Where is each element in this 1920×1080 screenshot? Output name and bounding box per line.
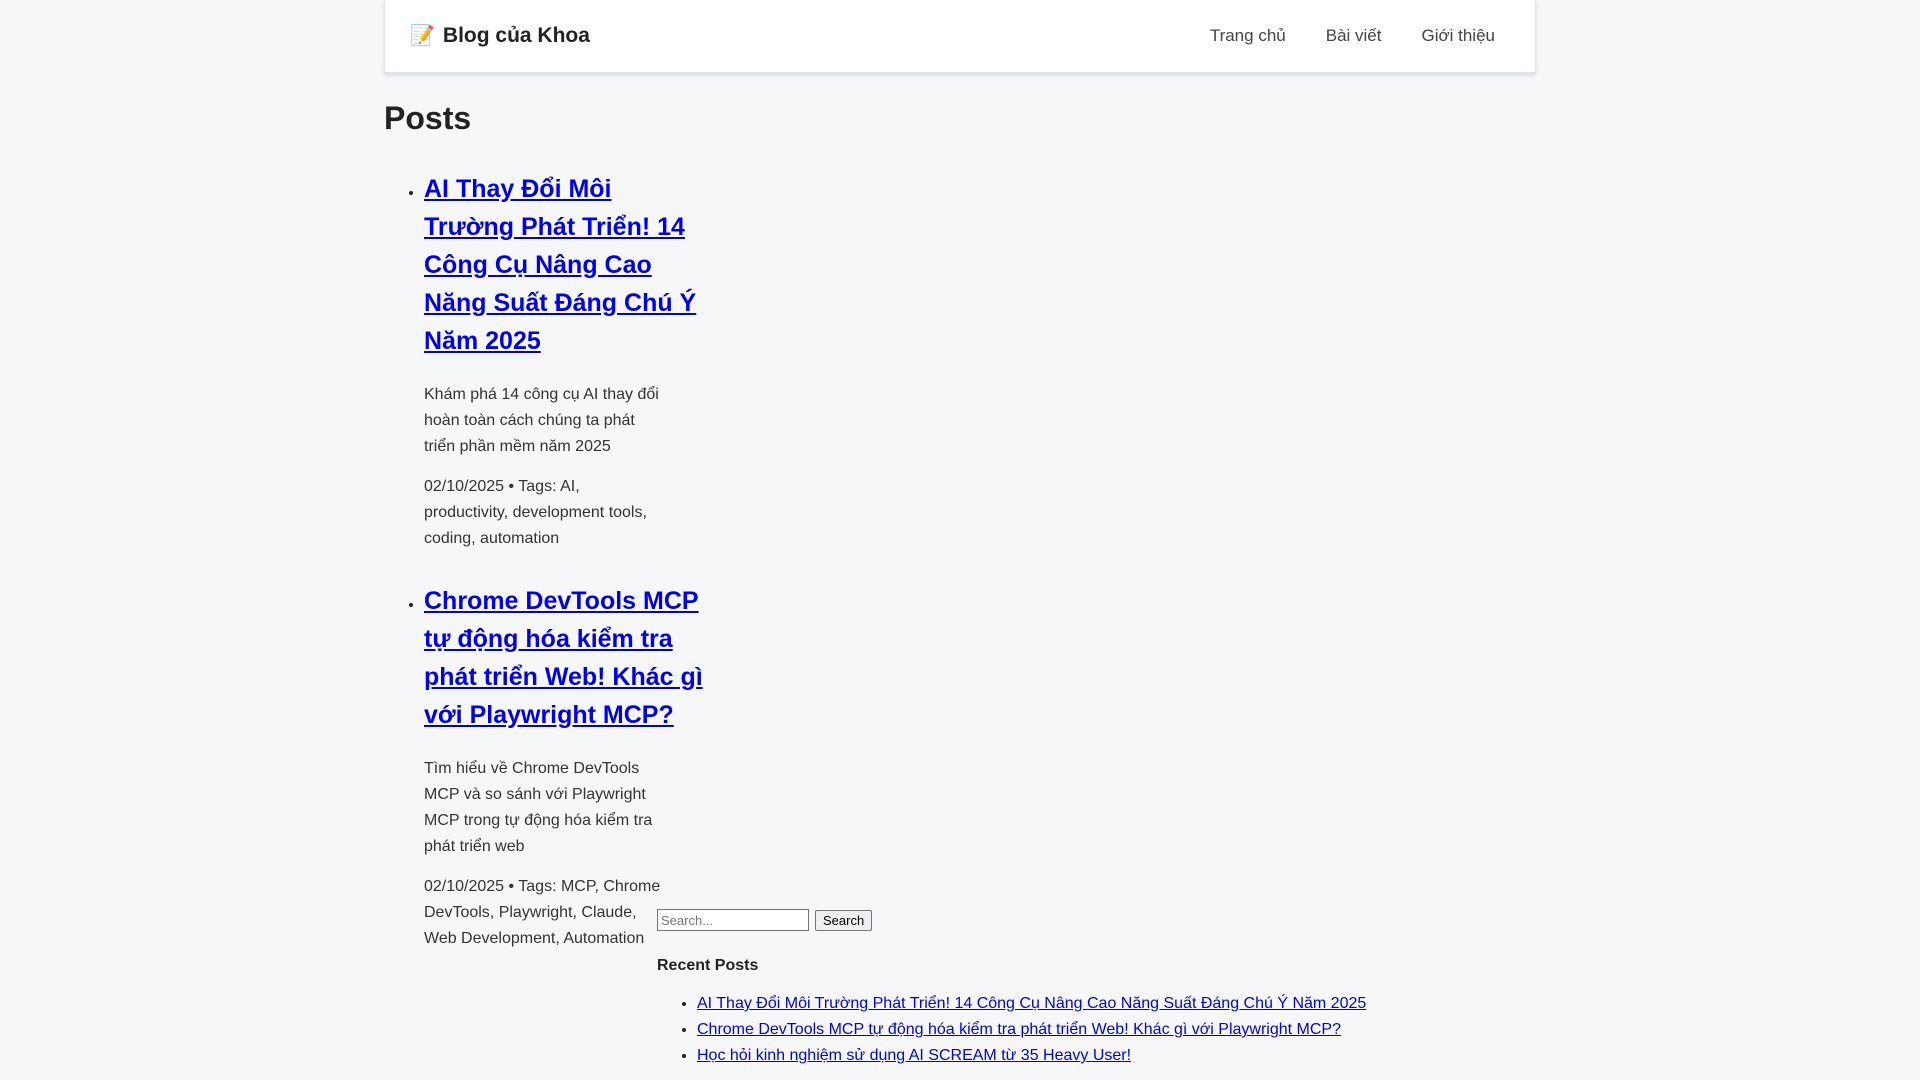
search-input[interactable]: [657, 909, 809, 931]
list-item: Học hỏi kinh nghiệm sử dụng AI SCREAM từ…: [697, 1043, 1557, 1069]
sidebar: Search Recent Posts AI Thay Đổi Môi Trườ…: [657, 909, 1557, 1069]
recent-post-link[interactable]: Học hỏi kinh nghiệm sử dụng AI SCREAM từ…: [697, 1047, 1131, 1064]
post-item: Chrome DevTools MCP tự động hóa kiểm tra…: [424, 582, 704, 952]
nav-home[interactable]: Trang chủ: [1210, 26, 1286, 46]
brand-name: Blog của Khoa: [442, 24, 590, 47]
post-meta: 02/10/2025 • Tags: AI, productivity, dev…: [424, 478, 647, 547]
post-item: AI Thay Đổi Môi Trường Phát Triển! 14 Cô…: [424, 170, 704, 552]
post-description: Tìm hiểu về Chrome DevTools MCP và so sá…: [424, 760, 653, 855]
recent-post-link[interactable]: AI Thay Đổi Môi Trường Phát Triển! 14 Cô…: [697, 995, 1366, 1012]
nav-posts[interactable]: Bài viết: [1326, 26, 1382, 46]
post-meta: 02/10/2025 • Tags: MCP, Chrome DevTools,…: [424, 878, 661, 947]
post-title-link[interactable]: AI Thay Đổi Môi Trường Phát Triển! 14 Cô…: [424, 170, 704, 360]
list-item: Chrome DevTools MCP tự động hóa kiểm tra…: [697, 1017, 1557, 1043]
recent-post-link[interactable]: Chrome DevTools MCP tự động hóa kiểm tra…: [697, 1021, 1341, 1038]
search-form: Search: [657, 909, 1557, 931]
post-title-link[interactable]: Chrome DevTools MCP tự động hóa kiểm tra…: [424, 582, 704, 734]
page-title: Posts: [384, 100, 472, 136]
list-item: AI Thay Đổi Môi Trường Phát Triển! 14 Cô…: [697, 991, 1557, 1017]
main-nav: Trang chủ Bài viết Giới thiệu: [1210, 26, 1495, 46]
post-list: AI Thay Đổi Môi Trường Phát Triển! 14 Cô…: [384, 170, 704, 982]
post-description: Khám phá 14 công cụ AI thay đổi hoàn toà…: [424, 386, 659, 455]
nav-about[interactable]: Giới thiệu: [1421, 26, 1495, 46]
recent-posts-list: AI Thay Đổi Môi Trường Phát Triển! 14 Cô…: [657, 991, 1557, 1069]
search-button[interactable]: Search: [815, 909, 873, 931]
site-header: 📝 Blog của Khoa Trang chủ Bài viết Giới …: [384, 0, 1536, 73]
memo-icon: 📝: [410, 25, 435, 47]
recent-posts-heading: Recent Posts: [657, 957, 759, 974]
site-brand[interactable]: 📝 Blog của Khoa: [410, 24, 590, 48]
